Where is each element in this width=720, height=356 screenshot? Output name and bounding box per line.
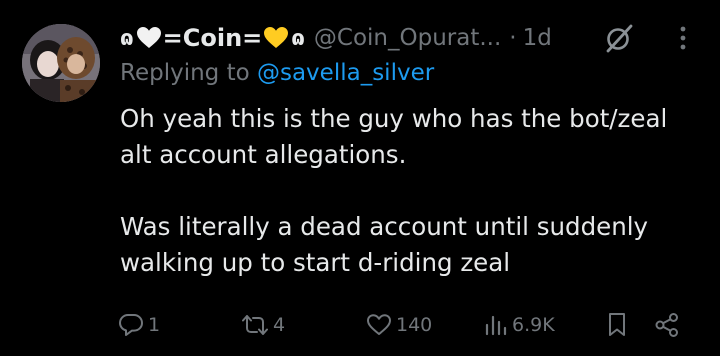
user-handle[interactable]: @Coin_Opurat... — [314, 25, 501, 51]
share-icon — [655, 313, 678, 337]
display-name-text: =Coin= — [162, 24, 263, 52]
reply-button[interactable]: 1 — [118, 308, 160, 342]
display-name[interactable]: ɷ =Coin= ɷ — [119, 24, 306, 52]
share-button[interactable] — [654, 308, 680, 342]
tweet-card[interactable]: ɷ =Coin= ɷ @Coin_Opurat... · 1d Replying… — [0, 0, 720, 356]
replying-to: Replying to @savella_silver — [120, 60, 434, 86]
yellow-heart-icon — [264, 27, 289, 48]
reply-count: 1 — [148, 314, 161, 336]
separator-dot: · — [509, 25, 517, 51]
bookmark-button[interactable] — [606, 308, 628, 342]
avatar[interactable] — [22, 24, 100, 102]
tweet-paragraph-1: Oh yeah this is the guy who has the bot/… — [120, 104, 668, 169]
white-heart-icon — [136, 27, 161, 48]
views-icon — [485, 315, 507, 336]
more-icon[interactable] — [671, 24, 695, 52]
repost-icon — [242, 315, 268, 335]
bookmark-icon — [609, 313, 625, 336]
avatar-image — [22, 24, 100, 102]
tweet-text: Oh yeah this is the guy who has the bot/… — [120, 101, 700, 281]
tweet-paragraph-2: Was literally a dead account until sudde… — [120, 212, 649, 277]
repost-count: 4 — [273, 314, 286, 336]
action-bar: 1 4 140 6.9K — [0, 308, 720, 342]
name-prefix-glyph: ɷ — [120, 26, 134, 50]
repost-button[interactable]: 4 — [241, 308, 285, 342]
name-suffix-glyph: ɷ — [291, 26, 305, 50]
like-button[interactable]: 140 — [366, 308, 432, 342]
timestamp[interactable]: 1d — [523, 25, 552, 51]
reply-icon — [119, 314, 143, 336]
replying-label: Replying to — [120, 60, 257, 86]
views-count: 6.9K — [512, 314, 555, 336]
replying-mention-link[interactable]: @savella_silver — [257, 60, 434, 86]
like-icon — [367, 314, 391, 335]
grok-icon[interactable] — [604, 23, 634, 53]
views-button[interactable]: 6.9K — [484, 308, 555, 342]
like-count: 140 — [396, 314, 433, 336]
tweet-header: ɷ =Coin= ɷ @Coin_Opurat... · 1d — [119, 20, 552, 56]
